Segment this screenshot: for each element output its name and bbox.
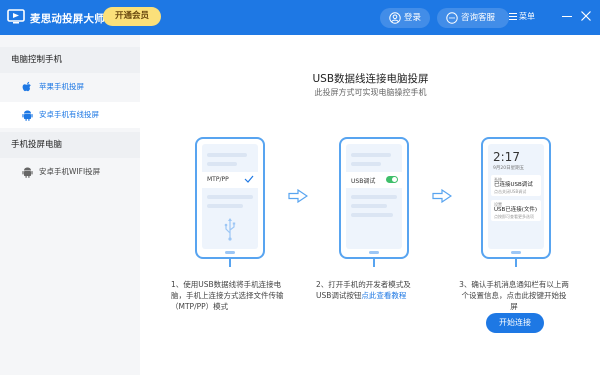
placeholder-bar <box>351 195 397 199</box>
notification-title: USB已连接(文件) <box>494 207 538 213</box>
sidebar-item-apple[interactable]: 苹果手机投屏 <box>0 74 140 100</box>
placeholder-bar <box>207 153 247 157</box>
placeholder-bar <box>351 213 393 217</box>
check-icon <box>244 175 254 183</box>
title-bar: 麦思动投屏大师 开通会员 登录 咨询客服 菜单 <box>0 0 600 35</box>
arrow-right-icon <box>288 189 308 203</box>
placeholder-bar <box>207 162 237 166</box>
mtp-option-label: MTP/PP <box>207 176 229 183</box>
usb-icon <box>224 218 236 241</box>
phone-illustration-mtp: MTP/PP <box>195 137 265 259</box>
phone-screen: USB调试 <box>346 144 402 249</box>
phone-screen: MTP/PP <box>202 144 258 249</box>
arrow-right-icon <box>432 189 452 203</box>
menu-button[interactable]: 菜单 <box>509 11 535 22</box>
notification-usb-debug: 系统 已连接USB调试 点击关闭USB调试 <box>491 175 541 196</box>
minimize-icon[interactable] <box>561 10 573 22</box>
lockscreen-time: 2:17 <box>493 150 520 164</box>
usb-cable <box>515 259 517 267</box>
login-button[interactable]: 登录 <box>380 8 430 28</box>
phone-illustration-usb-debug: USB调试 <box>339 137 409 259</box>
notification-usb-file: 设置 USB已连接(文件) 点按即可查看更多选项 <box>491 200 541 221</box>
hamburger-icon <box>509 13 517 20</box>
user-icon <box>389 12 401 24</box>
usb-cable <box>229 259 231 267</box>
apple-icon <box>22 81 31 92</box>
app-logo-icon <box>7 9 25 24</box>
support-label: 咨询客服 <box>461 13 496 23</box>
login-label: 登录 <box>404 13 422 23</box>
phone-screen: 2:17 9月20日星期五 系统 已连接USB调试 点击关闭USB调试 设置 U… <box>488 144 544 249</box>
chat-icon <box>446 12 458 24</box>
home-indicator <box>511 251 521 254</box>
placeholder-bar <box>351 153 391 157</box>
android-icon <box>22 110 33 121</box>
notification-subtitle: 点按即可查看更多选项 <box>494 214 534 219</box>
menu-label: 菜单 <box>519 12 535 21</box>
usb-debug-label: USB调试 <box>351 178 376 185</box>
toggle-switch <box>386 176 398 183</box>
app-title: 麦思动投屏大师 <box>30 13 105 25</box>
sidebar: 电脑控制手机 苹果手机投屏 安卓手机有线投屏 手机投屏电脑 安卓手机WIFI投屏 <box>0 35 140 375</box>
close-icon[interactable] <box>580 10 592 22</box>
page-title: USB数据线连接电脑投屏 <box>312 73 429 85</box>
home-indicator <box>369 251 379 254</box>
placeholder-bar <box>207 204 243 208</box>
start-connect-button[interactable]: 开始连接 <box>486 313 544 333</box>
home-indicator <box>225 251 235 254</box>
sidebar-item-android-wifi-label: 安卓手机WIFI投屏 <box>39 167 101 176</box>
usb-cable <box>373 259 375 267</box>
step-1-text: 1、使用USB数据线将手机连接电脑，手机上连接方式选择文件传输（MTP/PP）模… <box>171 280 284 311</box>
placeholder-bar <box>351 204 387 208</box>
notification-subtitle: 点击关闭USB调试 <box>494 189 527 194</box>
placeholder-bar <box>351 162 381 166</box>
sidebar-section-phone-to-pc: 手机投屏电脑 <box>0 132 140 158</box>
tutorial-link[interactable]: 点此查看教程 <box>361 291 406 300</box>
sidebar-item-apple-label: 苹果手机投屏 <box>39 82 84 91</box>
placeholder-bar <box>207 195 253 199</box>
sidebar-section-pc-control: 电脑控制手机 <box>0 47 140 73</box>
sidebar-item-android-usb[interactable]: 安卓手机有线投屏 <box>0 102 140 128</box>
support-button[interactable]: 咨询客服 <box>437 8 509 28</box>
page-subtitle: 此投屏方式可实现电脑操控手机 <box>314 88 427 97</box>
lockscreen-date: 9月20日星期五 <box>493 166 525 171</box>
notification-title: 已连接USB调试 <box>494 182 533 188</box>
step-2-text: 2、打开手机的开发者模式及USB调试按钮点此查看教程 <box>316 279 416 301</box>
step-3-text: 3、确认手机消息通知栏有以上两个设置信息，点击此按键开始投屏 <box>459 280 569 311</box>
android-icon <box>22 167 33 178</box>
vip-button[interactable]: 开通会员 <box>103 7 161 26</box>
sidebar-item-android-usb-label: 安卓手机有线投屏 <box>39 110 99 119</box>
sidebar-item-android-wifi[interactable]: 安卓手机WIFI投屏 <box>0 159 140 185</box>
phone-illustration-lockscreen: 2:17 9月20日星期五 系统 已连接USB调试 点击关闭USB调试 设置 U… <box>481 137 551 259</box>
